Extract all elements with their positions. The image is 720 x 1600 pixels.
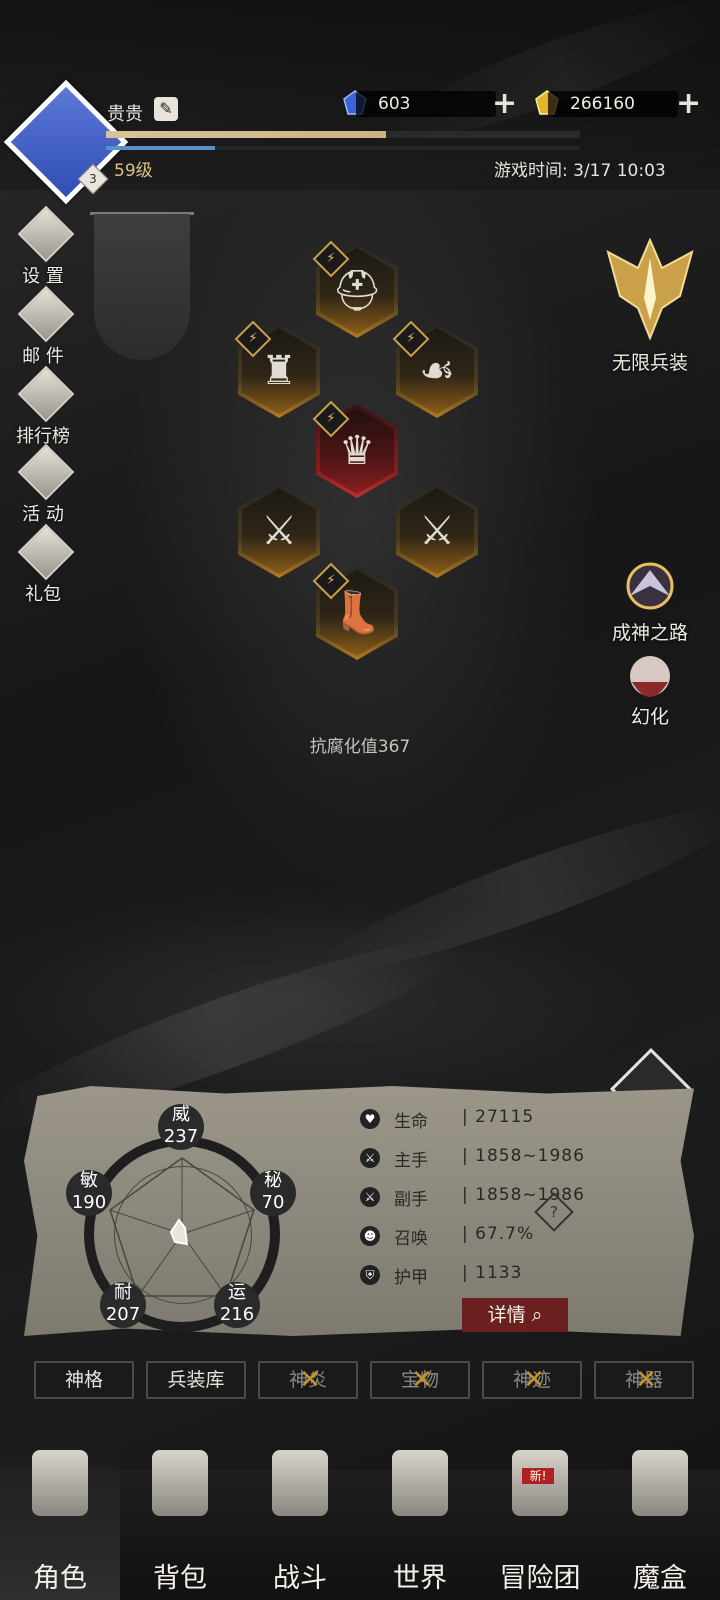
lock-chain-icon: ✕ [411, 1365, 433, 1395]
stat-radar-shape [169, 1218, 189, 1246]
godhood-path-label: 成神之路 [611, 622, 688, 644]
heart-icon: ♥ [360, 1109, 380, 1129]
ranking-button[interactable] [17, 365, 75, 423]
gift-label: 礼包 [25, 584, 61, 605]
nav-magic-box-label: 魔盒 [633, 1563, 687, 1594]
guild-banner[interactable] [94, 214, 190, 360]
nav-world-label: 世界 [393, 1563, 447, 1594]
gold-crystal-value: 266160 [570, 94, 635, 114]
event-icon [17, 443, 75, 501]
nav-battle[interactable]: 战斗 [240, 1440, 360, 1600]
details-label: 详情 [487, 1304, 526, 1326]
tab-locked-2[interactable]: 宝物 ✕ [370, 1361, 470, 1399]
shield-sword-icon [272, 1450, 328, 1516]
tab-shenge-label: 神格 [64, 1369, 103, 1391]
blue-crystal-counter: 603 [356, 91, 496, 117]
game-time: 游戏时间: 3/17 10:03 [494, 161, 666, 181]
tab-locked-1[interactable]: 神炎 ✕ [258, 1361, 358, 1399]
backpack-icon [152, 1450, 208, 1516]
details-button[interactable]: 详情 ⌕ [462, 1298, 568, 1332]
player-level: 59级 [114, 161, 153, 181]
tab-armory-label: 兵装库 [167, 1369, 225, 1391]
ranking-label: 排行榜 [16, 426, 70, 447]
lock-chain-icon: ✕ [523, 1365, 545, 1395]
edit-name-icon[interactable]: ✎ [154, 97, 178, 121]
nav-battle-label: 战斗 [273, 1563, 327, 1594]
blue-crystal-value: 603 [378, 94, 411, 114]
settings-label: 设 置 [22, 266, 64, 287]
transmog-label: 幻化 [630, 706, 669, 728]
nav-world[interactable]: 世界 [360, 1440, 480, 1600]
tab-locked-3[interactable]: 神迹 ✕ [482, 1361, 582, 1399]
gift-icon [17, 523, 75, 581]
nav-magic-box[interactable]: 魔盒 [600, 1440, 720, 1600]
infinite-arms-icon[interactable] [600, 238, 700, 342]
nav-character[interactable]: 角色 [0, 1440, 120, 1600]
stat-min: 敏 190 [71, 1170, 107, 1213]
tab-armory[interactable]: 兵装库 [146, 1361, 246, 1399]
equip-slot-boots[interactable]: 👢 ⚡ [312, 562, 398, 660]
mail-button[interactable] [17, 285, 75, 343]
magnifier-icon: ⌕ [531, 1304, 543, 1326]
equip-slot-chest[interactable]: ♛ ⚡ [312, 400, 398, 498]
new-badge: 新! [522, 1468, 554, 1484]
mail-label: 邮 件 [22, 346, 64, 367]
equip-slot-helmet[interactable]: ⛑ ⚡ [312, 240, 398, 338]
stat-wei: 威 237 [163, 1104, 199, 1147]
gift-button[interactable] [17, 523, 75, 581]
settings-button[interactable] [17, 205, 75, 263]
nav-character-label: 角色 [33, 1563, 87, 1594]
map-scroll-icon [392, 1450, 448, 1516]
nav-adventure-team-label: 冒险团 [499, 1563, 581, 1594]
gold-crystal-counter: 266160 [548, 91, 678, 117]
nav-backpack[interactable]: 背包 [120, 1440, 240, 1600]
secondary-bar-fill [106, 146, 216, 150]
nav-adventure-team[interactable]: 冒险团 [480, 1440, 600, 1600]
gear-icon [17, 205, 75, 263]
nav-backpack-label: 背包 [153, 1563, 207, 1594]
equip-slot-amulet[interactable]: ☙ ⚡ [392, 320, 478, 418]
add-gold-crystal-button[interactable]: + [676, 89, 701, 119]
level-badge-number: 3 [89, 172, 97, 186]
armor-icon: ⛨ [360, 1265, 380, 1285]
sword-icon: ⚔ [419, 508, 455, 554]
tab-locked-4[interactable]: 神器 ✕ [594, 1361, 694, 1399]
main-hand-icon: ⚔ [360, 1148, 380, 1168]
corruption-resistance: 抗腐化值367 [309, 737, 411, 757]
stat-yun: 运 216 [219, 1282, 255, 1325]
event-button[interactable] [17, 443, 75, 501]
ranking-icon [17, 365, 75, 423]
helmet-icon [32, 1450, 88, 1516]
exp-bar-fill [106, 131, 386, 138]
equip-slot-main-weapon[interactable]: ⚔ [238, 484, 320, 578]
transmog-icon[interactable] [622, 652, 678, 708]
secondary-bar [106, 146, 580, 150]
add-blue-crystal-button[interactable]: + [492, 89, 517, 119]
player-name: 贵贵 [107, 104, 143, 125]
exp-bar [106, 131, 580, 138]
sword-icon: ⚔ [261, 508, 297, 554]
stat-mi: 秘 70 [261, 1170, 285, 1213]
summon-icon: ☻ [360, 1226, 380, 1246]
equip-slot-shoulder[interactable]: ♜ ⚡ [234, 320, 320, 418]
stat-nai: 耐 207 [105, 1282, 141, 1325]
tab-shenge[interactable]: 神格 [34, 1361, 134, 1399]
mail-icon [17, 285, 75, 343]
lock-chain-icon: ✕ [635, 1365, 657, 1395]
cube-icon [632, 1450, 688, 1516]
infinite-arms-label: 无限兵装 [611, 352, 688, 374]
event-label: 活 动 [22, 504, 64, 525]
godhood-path-icon[interactable] [616, 556, 684, 616]
equip-slot-off-weapon[interactable]: ⚔ [396, 484, 478, 578]
lock-chain-icon: ✕ [299, 1365, 321, 1395]
off-hand-icon: ⚔ [360, 1187, 380, 1207]
question-icon: ? [550, 1203, 558, 1221]
